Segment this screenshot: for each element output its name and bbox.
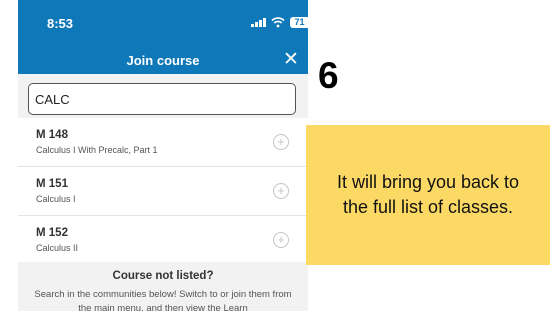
add-circle-icon[interactable]: + [273, 232, 289, 248]
course-code: M 148 [36, 129, 68, 141]
signal-icon [251, 17, 266, 27]
app-header: 8:53 71 Join course ✕ [18, 0, 308, 74]
status-time: 8:53 [47, 16, 74, 31]
not-listed-text: Search in the communities below! Switch … [34, 289, 292, 311]
list-item[interactable]: M 151 Calculus I + [18, 167, 308, 216]
add-circle-icon[interactable]: + [273, 134, 289, 150]
list-item[interactable]: M 152 Calculus II + [18, 216, 308, 265]
not-listed-title: Course not listed? [112, 270, 214, 282]
course-name: Calculus II [36, 243, 79, 253]
wifi-icon [270, 17, 285, 28]
callout-text: It will bring you back to the full list … [336, 172, 520, 217]
course-not-listed-section: Course not listed? Search in the communi… [18, 262, 308, 311]
battery-icon: 71 [289, 16, 308, 28]
add-circle-icon[interactable]: + [273, 183, 289, 199]
course-list: M 148 Calculus I With Precalc, Part 1 + … [18, 118, 308, 265]
course-code: M 151 [36, 178, 68, 190]
callout-box: It will bring you back to the full list … [306, 125, 550, 265]
step-number: 6 [318, 55, 339, 96]
page-title: Join course [126, 53, 200, 68]
course-code: M 152 [36, 227, 68, 239]
phone-screen: 8:53 71 Join course ✕ M 148 Calculus I W… [18, 0, 308, 311]
course-name: Calculus I With Precalc, Part 1 [36, 145, 158, 155]
list-item[interactable]: M 148 Calculus I With Precalc, Part 1 + [18, 118, 308, 167]
status-icons: 71 [251, 14, 308, 30]
search-input[interactable] [28, 83, 296, 115]
course-name: Calculus I [36, 194, 76, 204]
close-icon[interactable]: ✕ [283, 50, 299, 69]
